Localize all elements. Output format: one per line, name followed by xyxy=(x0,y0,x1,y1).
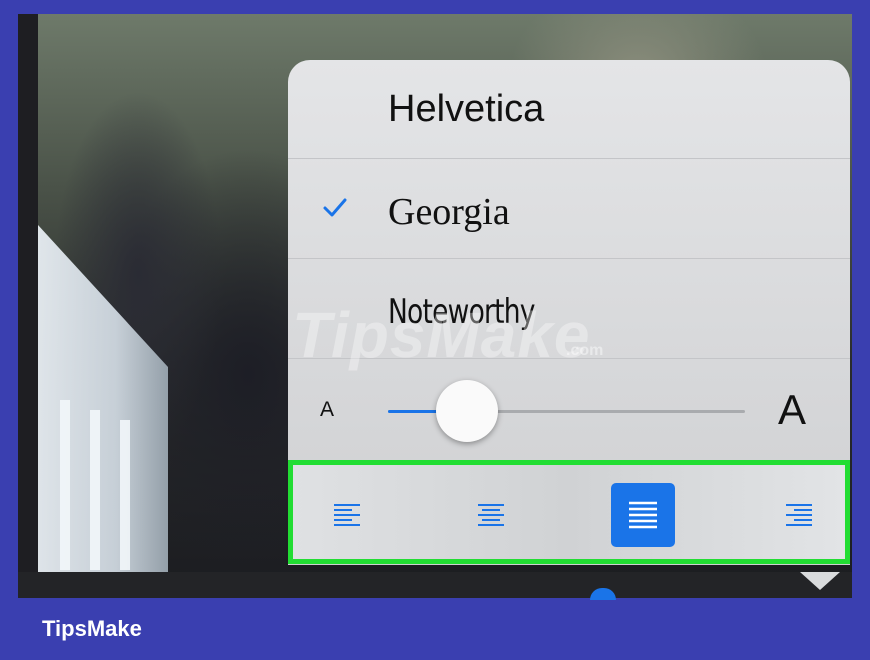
photo-edge xyxy=(18,14,38,596)
align-center-button[interactable] xyxy=(459,483,523,547)
bottom-toolbar xyxy=(18,572,852,598)
align-left-icon xyxy=(334,504,360,526)
increase-size-label: A xyxy=(778,386,807,433)
brand-label: TipsMake xyxy=(42,616,142,641)
slider-thumb[interactable] xyxy=(435,380,498,442)
font-label: Georgia xyxy=(388,191,510,233)
font-option-georgia[interactable]: Georgia xyxy=(288,160,850,259)
font-label: Helvetica xyxy=(388,88,545,130)
align-right-icon xyxy=(786,504,812,526)
text-size-slider-row: A A xyxy=(288,360,850,460)
align-right-button[interactable] xyxy=(767,483,831,547)
justify-icon xyxy=(629,501,657,529)
railing-bar xyxy=(90,410,100,570)
justify-button[interactable] xyxy=(611,483,675,547)
popover-pointer xyxy=(800,572,840,590)
railing-bar xyxy=(60,400,70,570)
font-option-noteworthy[interactable]: Noteworthy xyxy=(288,260,850,359)
checkmark-icon xyxy=(323,198,347,217)
decrease-size-label: A xyxy=(320,398,335,421)
font-option-helvetica[interactable]: Helvetica xyxy=(288,60,850,159)
align-left-button[interactable] xyxy=(315,483,379,547)
font-label: Noteworthy xyxy=(388,292,535,332)
align-center-icon xyxy=(478,504,504,526)
railing-bar xyxy=(120,420,130,570)
alignment-toolbar xyxy=(288,460,850,564)
